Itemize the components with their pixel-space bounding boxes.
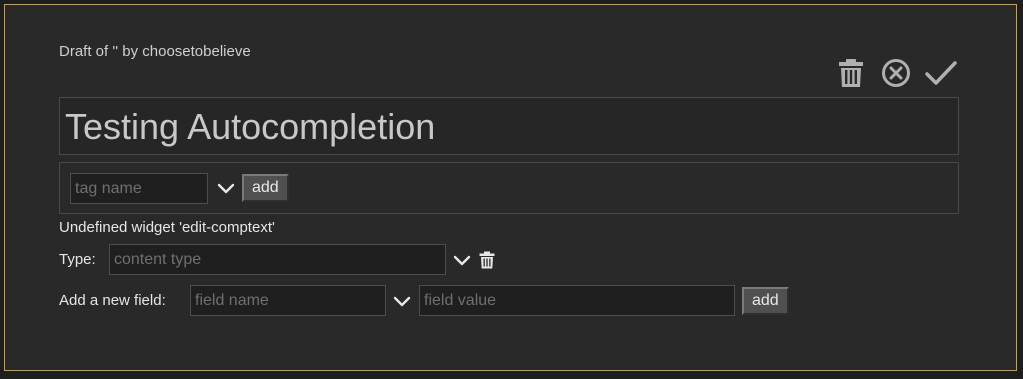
- checkmark-icon: [925, 61, 957, 85]
- add-tag-button[interactable]: add: [242, 174, 289, 202]
- delete-draft-button[interactable]: [833, 55, 869, 91]
- chevron-down-icon[interactable]: [216, 182, 236, 196]
- widget-warning: Undefined widget 'edit-comptext': [59, 219, 275, 236]
- type-label: Type:: [59, 251, 96, 268]
- draft-editor-frame: Draft of '' by choosetobelieve Testing A…: [4, 4, 1017, 371]
- chevron-down-icon[interactable]: [452, 254, 472, 268]
- content-type-input[interactable]: [109, 244, 446, 275]
- tag-editor: add: [59, 162, 959, 214]
- field-value-input[interactable]: [419, 285, 735, 316]
- new-field-label: Add a new field:: [59, 292, 166, 309]
- draft-title[interactable]: Testing Autocompletion: [65, 107, 435, 147]
- draft-subtitle: Draft of '' by choosetobelieve: [59, 43, 251, 60]
- title-field[interactable]: Testing Autocompletion: [59, 97, 959, 155]
- save-draft-button[interactable]: [923, 55, 959, 91]
- cancel-draft-button[interactable]: [878, 55, 914, 91]
- trash-icon: [839, 59, 863, 87]
- draft-toolbar: [833, 55, 959, 95]
- tag-name-input[interactable]: [70, 173, 208, 204]
- trash-icon[interactable]: [479, 251, 495, 269]
- field-name-input[interactable]: [190, 285, 386, 316]
- chevron-down-icon[interactable]: [392, 295, 412, 309]
- add-field-button[interactable]: add: [742, 287, 789, 315]
- close-circle-icon: [882, 59, 910, 87]
